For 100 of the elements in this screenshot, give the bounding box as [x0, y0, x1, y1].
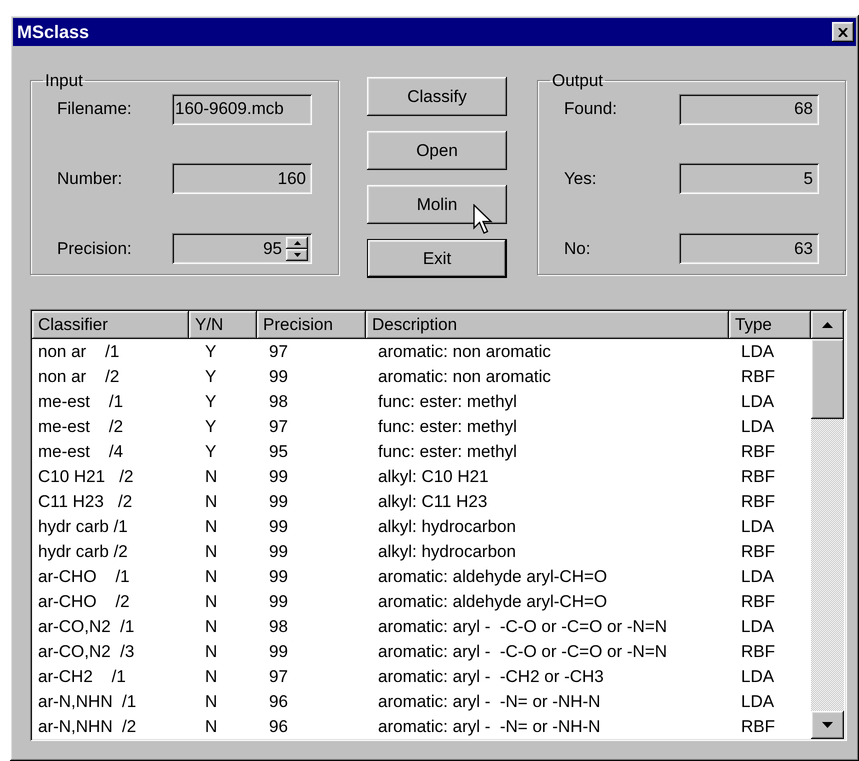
column-header[interactable]: Y/N: [189, 311, 257, 339]
table-cell-text: aromatic: aryl - -N= or -NH-N: [377, 690, 602, 713]
table-cell-text: ar-CHO /2: [37, 590, 131, 613]
table-cell-text: ar-CO,N2 /1: [37, 616, 136, 638]
table-cell-text: RBF: [740, 366, 776, 388]
table-cell-text: 99: [268, 640, 289, 663]
table-cell-text: aromatic: aryl - -C-O or -C=O or -N=N: [377, 640, 668, 663]
table-cell-text: C10 H21 /2: [37, 466, 134, 488]
input-field[interactable]: 68: [679, 94, 819, 124]
table-cell-text: N: [204, 640, 218, 663]
table-cell-text: 97: [268, 416, 289, 438]
action-button[interactable]: Molin: [367, 185, 507, 224]
column-header[interactable]: Type: [729, 311, 811, 339]
table-cell-text: 98: [268, 390, 289, 413]
input-field[interactable]: 63: [679, 233, 819, 264]
table-cell-text: Y: [204, 366, 218, 388]
table-cell-text: Y: [204, 340, 218, 363]
table-cell-text: 96: [268, 716, 289, 738]
table-cell-text: ar-CH2 /1: [37, 666, 127, 688]
table-cell-text: non ar /2: [37, 366, 120, 388]
up-arrow-icon: [294, 241, 300, 245]
table-cell-text: N: [204, 690, 218, 713]
table-cell-text: func: ester: methyl: [377, 390, 518, 413]
table-cell-text: hydr carb /1: [37, 516, 129, 538]
table-cell-text: RBF: [740, 440, 776, 463]
column-header[interactable]: Classifier: [32, 311, 189, 339]
table-cell-text: 97: [268, 340, 289, 363]
table-cell-text: RBF: [740, 466, 776, 488]
input-field[interactable]: 160: [172, 163, 312, 194]
table-cell-text: aromatic: aldehyde aryl-CH=O: [377, 590, 608, 613]
spin-field[interactable]: 95: [172, 233, 312, 264]
table-cell-text: LDA: [740, 690, 776, 713]
table-cell-text: LDA: [740, 416, 776, 438]
window-title: MSclass: [17, 20, 90, 44]
table-cell-text: aromatic: aldehyde aryl-CH=O: [377, 566, 608, 588]
down-arrow-icon: [822, 722, 833, 728]
table-cell-text: 99: [268, 540, 289, 563]
action-button[interactable]: Exit: [367, 239, 507, 278]
table-cell-text: 99: [268, 566, 289, 588]
table-cell-text: me-est /2: [37, 416, 124, 438]
field-label: Number:: [57, 168, 124, 190]
table-cell-text: RBF: [740, 716, 776, 738]
table-cell-text: N: [204, 540, 218, 563]
table-cell-text: RBF: [740, 590, 776, 613]
input-field[interactable]: 160-9609.mcb: [172, 94, 312, 124]
table-cell-text: Y: [204, 390, 218, 413]
field-label: Found:: [564, 98, 618, 120]
table-cell-text: 99: [268, 590, 289, 613]
spin-down-button[interactable]: [286, 249, 308, 261]
table-cell-text: N: [204, 590, 218, 613]
table-cell-text: LDA: [740, 340, 776, 363]
table-cell-text: aromatic: non aromatic: [377, 366, 552, 388]
table-cell-text: ar-CO,N2 /3: [37, 640, 136, 663]
column-header[interactable]: Precision: [257, 311, 366, 339]
table-cell-text: LDA: [740, 566, 776, 588]
action-button[interactable]: Classify: [367, 77, 507, 116]
input-field[interactable]: 5: [679, 163, 819, 194]
table-cell-text: N: [204, 716, 218, 738]
table-cell-text: ar-N,NHN /1: [37, 690, 138, 713]
table-cell-text: N: [204, 466, 218, 488]
field-label: Yes:: [564, 168, 598, 190]
scroll-thumb[interactable]: [811, 339, 844, 419]
group-label: Input: [44, 70, 84, 92]
table-cell-text: hydr carb /2: [37, 540, 129, 563]
action-button[interactable]: Open: [367, 131, 507, 170]
table-cell-text: aromatic: aryl - -N= or -NH-N: [377, 716, 602, 738]
table-cell-text: Y: [204, 440, 218, 463]
table-cell-text: N: [204, 616, 218, 638]
table-cell-text: aromatic: aryl - -CH2 or -CH3: [377, 666, 605, 688]
table-cell-text: 99: [268, 466, 289, 488]
up-arrow-icon: [822, 322, 833, 328]
table-cell-text: 99: [268, 516, 289, 538]
table-cell-text: alkyl: C11 H23: [377, 490, 488, 513]
table-cell-text: non ar /1: [37, 340, 120, 363]
table-cell-text: N: [204, 490, 218, 513]
table-cell-text: func: ester: methyl: [377, 440, 518, 463]
table-cell-text: func: ester: methyl: [377, 416, 518, 438]
table-cell-text: LDA: [740, 666, 776, 688]
table-cell-text: aromatic: non aromatic: [377, 340, 552, 363]
table-cell-text: 99: [268, 366, 289, 388]
table-cell-text: N: [204, 516, 218, 538]
field-label: Precision:: [57, 238, 133, 260]
vertical-scrollbar[interactable]: [811, 311, 844, 739]
table-cell-text: N: [204, 666, 218, 688]
table-cell-text: 95: [268, 440, 289, 463]
table-cell-text: 96: [268, 690, 289, 713]
close-button[interactable]: [832, 22, 854, 42]
table-cell-text: ar-CHO /1: [37, 566, 131, 588]
group-label: Output: [551, 70, 604, 92]
column-header[interactable]: Description: [366, 311, 729, 339]
table-cell-text: RBF: [740, 490, 776, 513]
scroll-up-button[interactable]: [811, 311, 844, 339]
field-label: Filename:: [57, 98, 133, 120]
down-arrow-icon: [294, 253, 300, 257]
field-label: No:: [564, 238, 592, 260]
spin-up-button[interactable]: [286, 237, 308, 249]
table-cell-text: aromatic: aryl - -C-O or -C=O or -N=N: [377, 616, 668, 638]
table-cell-text: 99: [268, 490, 289, 513]
table-cell-text: alkyl: hydrocarbon: [377, 540, 517, 563]
scroll-down-button[interactable]: [811, 711, 844, 739]
